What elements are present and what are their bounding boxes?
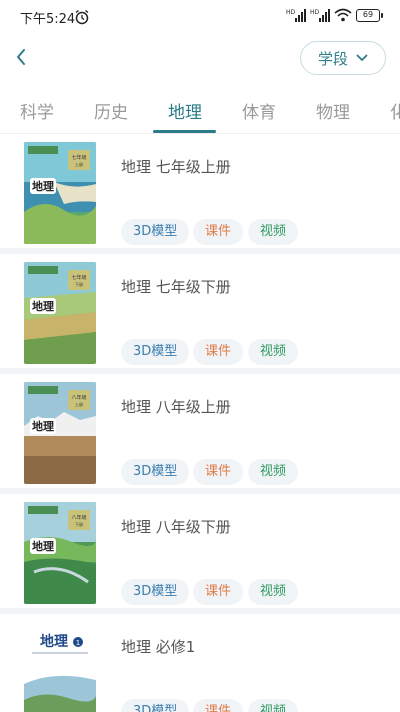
3d-model-chip[interactable]: 3D模型 bbox=[121, 579, 190, 605]
svg-text:HD: HD bbox=[286, 9, 296, 16]
video-chip[interactable]: 视频 bbox=[248, 339, 299, 365]
signal-icon: HD bbox=[310, 9, 330, 22]
cover-grade: 八年级 bbox=[71, 394, 86, 401]
book-title: 地理 七年级上册 bbox=[121, 158, 231, 176]
courseware-chip[interactable]: 课件 bbox=[193, 699, 244, 712]
book-title: 地理 八年级下册 bbox=[121, 518, 231, 536]
3d-model-chip[interactable]: 3D模型 bbox=[121, 459, 190, 485]
courseware-chip[interactable]: 课件 bbox=[193, 339, 244, 365]
tab-chemistry[interactable]: 化 bbox=[390, 98, 400, 123]
book-title: 地理 必修1 bbox=[121, 638, 196, 656]
battery-indicator: 69 bbox=[356, 8, 383, 22]
tab-science[interactable]: 科学 bbox=[20, 98, 54, 123]
book-cover-image: 八年级 上册 地理 bbox=[24, 382, 96, 484]
cover-volume: 下册 bbox=[75, 522, 83, 527]
book-title: 地理 七年级下册 bbox=[121, 278, 231, 296]
list-item[interactable]: 八年级 下册 地理 地理 八年级下册 3D模型 课件 视频 bbox=[0, 494, 400, 614]
chevron-down-icon bbox=[356, 54, 368, 61]
3d-model-chip[interactable]: 3D模型 bbox=[121, 699, 190, 712]
stage-dropdown-label: 学段 bbox=[317, 49, 348, 68]
signal-icon: HD bbox=[286, 9, 306, 22]
cover-volume: 上册 bbox=[75, 161, 83, 167]
3d-model-chip[interactable]: 3D模型 bbox=[121, 339, 190, 365]
top-app-bar: 学段 bbox=[0, 34, 400, 86]
cover-volume: 上册 bbox=[75, 401, 83, 407]
status-time: 下午5:24 bbox=[20, 12, 76, 27]
book-cover-image: 八年级 下册 地理 bbox=[24, 502, 96, 604]
alarm-icon bbox=[75, 9, 89, 25]
cover-subject: 地理 bbox=[32, 419, 54, 433]
back-button[interactable] bbox=[8, 42, 34, 72]
video-chip[interactable]: 视频 bbox=[248, 459, 299, 485]
cover-grade: 1 bbox=[76, 639, 80, 647]
wifi-icon bbox=[334, 8, 352, 22]
app-screen: 下午5:24 HD HD 69 学段 科学 历史 地理 体育 物理 化 七年级 … bbox=[0, 0, 400, 712]
cover-subject: 地理 bbox=[32, 179, 54, 193]
video-chip[interactable]: 视频 bbox=[248, 699, 299, 712]
chevron-left-icon bbox=[17, 49, 25, 65]
cover-subject: 地理 bbox=[32, 299, 54, 313]
list-item[interactable]: 七年级 上册 地理 地理 七年级上册 3D模型 课件 视频 bbox=[0, 134, 400, 254]
active-tab-indicator bbox=[153, 130, 216, 133]
book-cover-image: 七年级 下册 地理 bbox=[24, 262, 96, 364]
status-icons: HD HD 69 bbox=[286, 8, 383, 22]
tab-geography[interactable]: 地理 bbox=[168, 98, 202, 123]
status-bar: 下午5:24 HD HD 69 bbox=[0, 0, 400, 34]
stage-dropdown[interactable]: 学段 bbox=[300, 41, 386, 75]
svg-text:HD: HD bbox=[310, 9, 320, 16]
cover-subject: 地理 bbox=[40, 633, 68, 650]
cover-grade: 七年级 bbox=[71, 274, 86, 281]
subject-tabs: 科学 历史 地理 体育 物理 化 bbox=[0, 86, 400, 134]
video-chip[interactable]: 视频 bbox=[248, 579, 299, 605]
list-item[interactable]: 地理 1 地理 必修1 3D模型 课件 视频 bbox=[0, 614, 400, 712]
list-item[interactable]: 七年级 下册 地理 地理 七年级下册 3D模型 课件 视频 bbox=[0, 254, 400, 374]
list-item[interactable]: 八年级 上册 地理 地理 八年级上册 3D模型 课件 视频 bbox=[0, 374, 400, 494]
cover-volume: 下册 bbox=[75, 282, 83, 287]
cover-grade: 八年级 bbox=[71, 514, 86, 521]
tab-history[interactable]: 历史 bbox=[94, 98, 128, 123]
book-cover-image: 地理 1 bbox=[24, 622, 96, 712]
cover-subject: 地理 bbox=[32, 539, 54, 553]
tab-physics[interactable]: 物理 bbox=[316, 98, 350, 123]
book-title: 地理 八年级上册 bbox=[121, 398, 231, 416]
video-chip[interactable]: 视频 bbox=[248, 219, 299, 245]
3d-model-chip[interactable]: 3D模型 bbox=[121, 219, 190, 245]
cover-grade: 七年级 bbox=[71, 154, 86, 161]
tab-pe[interactable]: 体育 bbox=[242, 98, 276, 123]
book-cover-image: 七年级 上册 地理 bbox=[24, 142, 96, 244]
courseware-chip[interactable]: 课件 bbox=[193, 459, 244, 485]
courseware-chip[interactable]: 课件 bbox=[193, 219, 244, 245]
courseware-chip[interactable]: 课件 bbox=[193, 579, 244, 605]
